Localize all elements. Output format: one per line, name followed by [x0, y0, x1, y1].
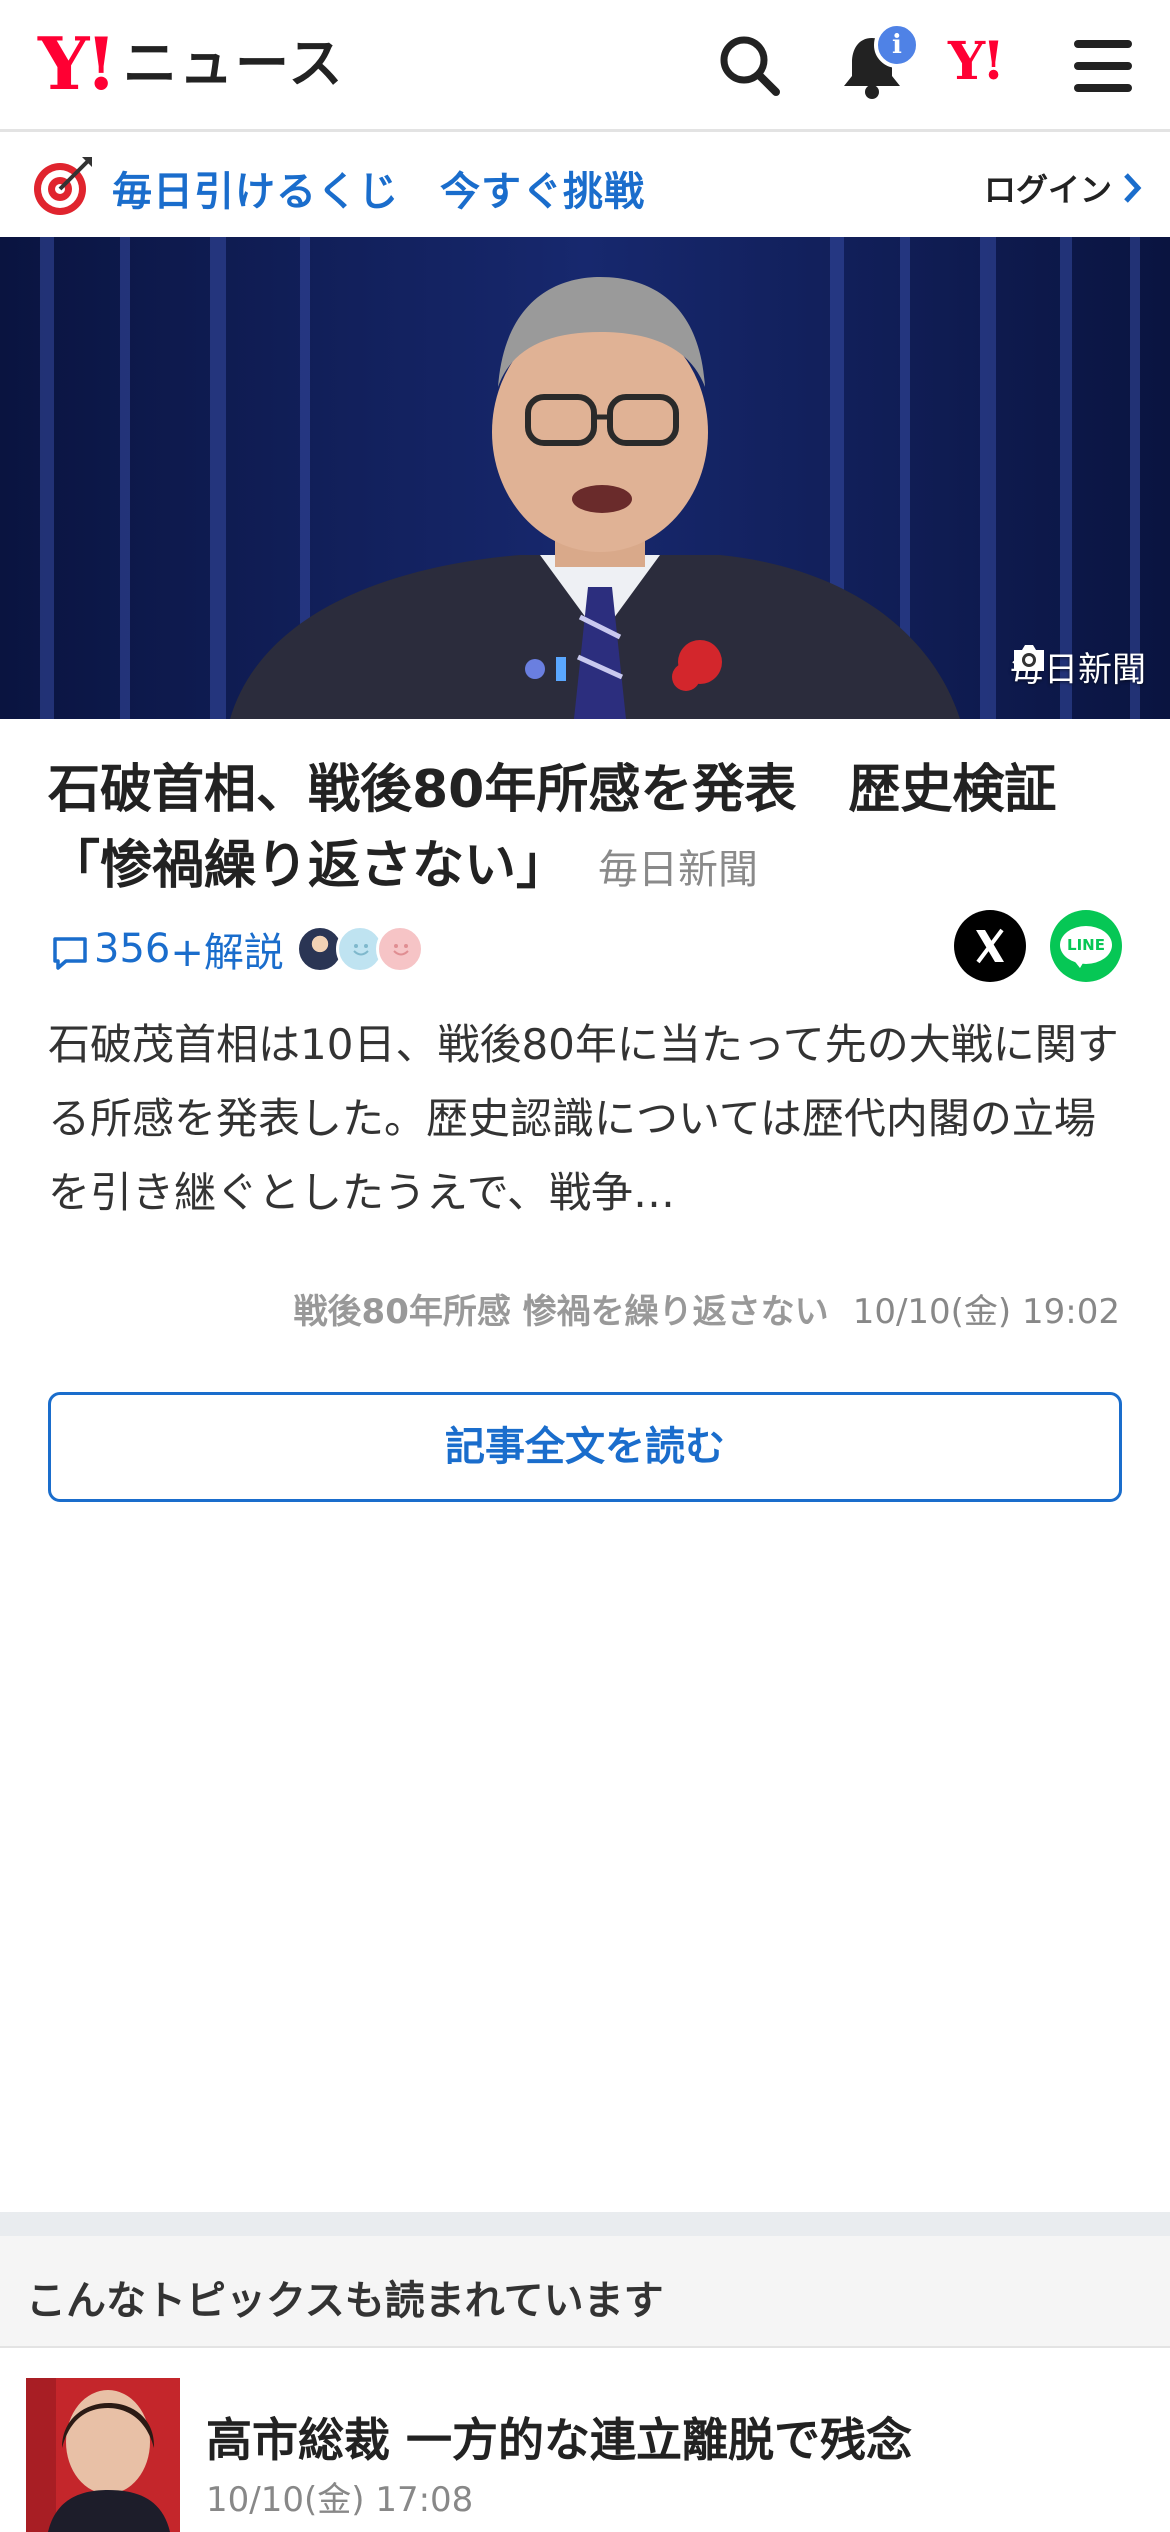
- yahoo-news-logo[interactable]: Y! ニュース: [38, 28, 344, 100]
- comment-count: 356: [94, 926, 171, 972]
- chevron-right-icon: [1124, 173, 1142, 203]
- read-full-article-button[interactable]: 記事全文を読む: [48, 1392, 1122, 1502]
- related-topics-header: こんなトピックスも読まれています: [0, 2236, 1170, 2348]
- related-thumbnail: [26, 2378, 180, 2532]
- smile-face-icon: [353, 944, 369, 956]
- share-line-button[interactable]: LINE: [1050, 910, 1122, 982]
- article-source: 毎日新聞: [598, 847, 759, 893]
- comment-icon: [53, 937, 87, 970]
- login-label: ログイン: [983, 171, 1112, 209]
- related-section-title: こんなトピックスも読まれています: [26, 2278, 664, 2324]
- hero-photo: [0, 237, 1170, 719]
- article-headline[interactable]: 石破首相、戦後80年所感を発表 歴史検証「惨禍繰り返さない」 毎日新聞: [48, 752, 1128, 908]
- article-meta: 戦後80年所感 惨禍を繰り返さない 10/10(金) 19:02: [294, 1284, 1120, 1333]
- avatar: [375, 925, 424, 973]
- headline-text: 石破首相、戦後80年所感を発表 歴史検証「惨禍繰り返さない」: [48, 760, 1057, 896]
- x-icon: [976, 928, 1004, 964]
- related-item-time: 10/10(金) 17:08: [206, 2480, 474, 2520]
- article-summary[interactable]: 石破茂首相は10日、戦後80年に当たって先の大戦に関する所感を発表した。歴史認識…: [48, 1008, 1128, 1230]
- article-hero-image[interactable]: 毎日新聞: [0, 237, 1170, 719]
- line-icon: LINE: [1060, 926, 1112, 964]
- expert-avatars: [295, 925, 424, 973]
- app-header: Y! ニュース i Y!: [0, 0, 1170, 132]
- topic-label[interactable]: 戦後80年所感 惨禍を繰り返さない: [294, 1284, 829, 1333]
- notification-badge: i: [874, 22, 920, 68]
- promo-text[interactable]: 毎日引けるくじ 今すぐ挑戦: [112, 159, 645, 217]
- article-timestamp: 10/10(金) 19:02: [852, 1292, 1120, 1332]
- lottery-promo-bar[interactable]: 毎日引けるくじ 今すぐ挑戦 ログイン: [0, 135, 1170, 237]
- share-x-button[interactable]: [954, 910, 1026, 982]
- commentary-label: +解説: [170, 930, 284, 976]
- comments-link[interactable]: 356 +解説: [50, 920, 424, 978]
- camera-icon: [1014, 645, 1044, 671]
- photo-credit: 毎日新聞: [1010, 642, 1146, 691]
- notification-bell-icon[interactable]: i: [836, 22, 920, 102]
- yahoo-home-icon[interactable]: Y!: [948, 36, 1005, 108]
- section-divider: [0, 2212, 1170, 2236]
- logo-text: ニュース: [123, 32, 345, 95]
- target-icon: [30, 153, 96, 219]
- login-link[interactable]: ログイン: [984, 165, 1142, 211]
- line-icon-tail: [1072, 958, 1086, 968]
- search-icon[interactable]: [714, 30, 786, 102]
- logo-mark: Y!: [38, 21, 117, 106]
- related-item-title: 高市総裁 一方的な連立離脱で残念: [206, 2413, 913, 2467]
- list-item[interactable]: 高市総裁 一方的な連立離脱で残念 10/10(金) 17:08: [0, 2350, 1170, 2532]
- smile-face-icon: [393, 944, 409, 956]
- menu-icon[interactable]: [1072, 30, 1144, 102]
